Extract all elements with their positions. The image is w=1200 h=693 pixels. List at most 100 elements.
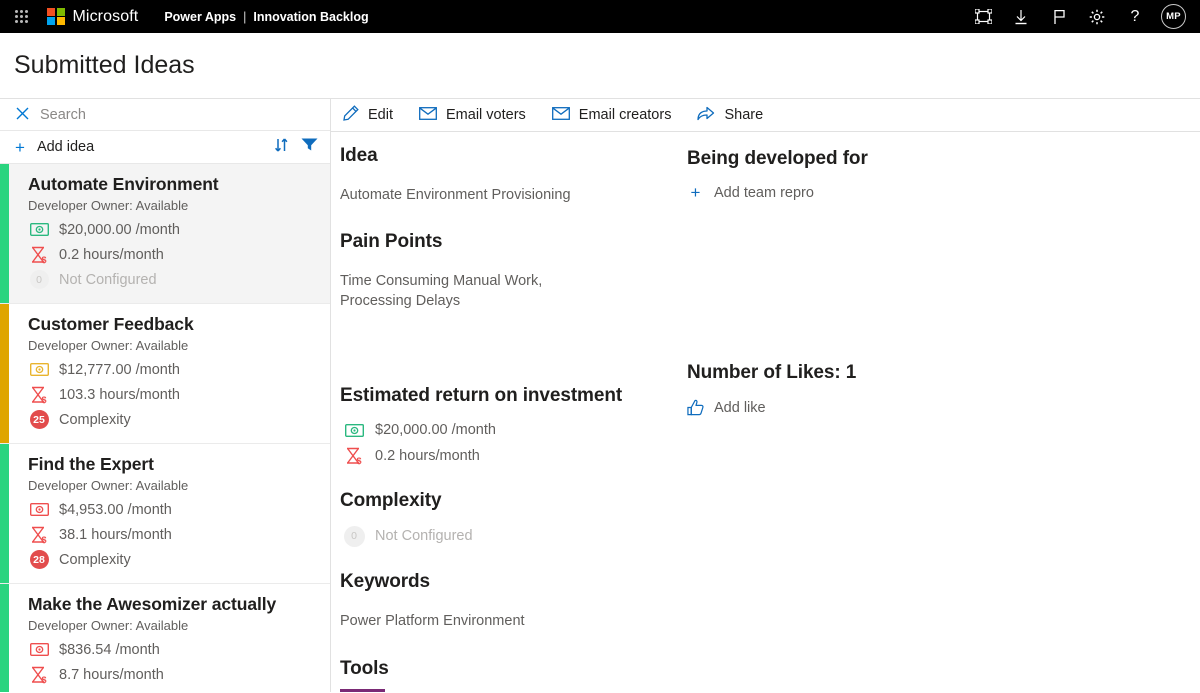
- add-like-button[interactable]: Add like: [687, 399, 972, 416]
- list-item-hours: $ 103.3 hours/month: [28, 382, 194, 407]
- status-stripe: [0, 164, 9, 303]
- idea-heading: Idea: [340, 145, 687, 167]
- tools-row: [340, 689, 687, 692]
- email-creators-button[interactable]: Email creators: [552, 99, 672, 131]
- list-tools: [274, 137, 318, 158]
- power-platform-admin-icon[interactable]: [340, 689, 385, 692]
- list-item[interactable]: Customer Feedback Developer Owner: Avail…: [0, 304, 330, 444]
- hourglass-money-icon: $: [343, 447, 365, 465]
- suite-bar: Microsoft Power Apps | Innovation Backlo…: [0, 0, 1200, 33]
- share-label: Share: [724, 107, 763, 123]
- list-item-hours: $ 8.7 hours/month: [28, 662, 276, 687]
- roi-heading: Estimated return on investment: [340, 385, 687, 407]
- complexity-value-label: Not Configured: [375, 528, 473, 544]
- settings-gear-icon[interactable]: [1085, 5, 1109, 29]
- money-icon: [343, 424, 365, 437]
- avatar[interactable]: MP: [1161, 4, 1186, 29]
- complexity-heading: Complexity: [340, 490, 687, 512]
- plus-icon: +: [687, 184, 704, 201]
- hours-value: 103.3 hours/month: [59, 387, 180, 403]
- page-title: Submitted Ideas: [14, 51, 195, 80]
- list-item-body: Make the Awesomizer actually Developer O…: [9, 584, 284, 692]
- power-automate-icon[interactable]: [394, 690, 442, 692]
- add-like-label: Add like: [714, 400, 766, 416]
- share-button[interactable]: Share: [697, 99, 763, 131]
- cost-value: $12,777.00 /month: [59, 362, 180, 378]
- hours-value: 0.2 hours/month: [59, 247, 164, 263]
- list-item[interactable]: Find the Expert Developer Owner: Availab…: [0, 444, 330, 584]
- complexity-badge-icon: 25: [28, 410, 50, 429]
- help-icon[interactable]: ?: [1123, 5, 1147, 29]
- complexity-label: Complexity: [59, 412, 131, 428]
- list-item-body: Automate Environment Developer Owner: Av…: [9, 164, 227, 303]
- roi-cost-row: $20,000.00 /month: [340, 417, 687, 443]
- roi-cost-value: $20,000.00 /month: [375, 422, 496, 438]
- list-item-body: Customer Feedback Developer Owner: Avail…: [9, 304, 202, 443]
- breadcrumb-divider: |: [243, 10, 246, 24]
- add-team-repro-label: Add team repro: [714, 185, 814, 201]
- email-voters-button[interactable]: Email voters: [419, 99, 526, 131]
- complexity-badge-icon: 0: [343, 526, 365, 547]
- plus-icon[interactable]: +: [15, 139, 25, 156]
- list-item-title: Automate Environment: [28, 174, 219, 195]
- detail-grid: Idea Automate Environment Provisioning P…: [331, 132, 1200, 692]
- svg-text:$: $: [41, 535, 46, 544]
- pain-points-value: Time Consuming Manual Work, Processing D…: [340, 272, 590, 311]
- add-team-repro-button[interactable]: + Add team repro: [687, 184, 972, 201]
- environment-name[interactable]: Innovation Backlog: [253, 10, 368, 24]
- add-idea-button[interactable]: Add idea: [37, 139, 94, 155]
- close-icon[interactable]: [16, 107, 29, 123]
- app-breadcrumb: Power Apps | Innovation Backlog: [164, 10, 368, 24]
- complexity-value: 0: [30, 270, 49, 289]
- complexity-label: Complexity: [59, 552, 131, 568]
- hourglass-money-icon: $: [28, 666, 50, 684]
- pain-points-heading: Pain Points: [340, 231, 687, 253]
- list-item-cost: $12,777.00 /month: [28, 357, 194, 382]
- list-item[interactable]: Make the Awesomizer actually Developer O…: [0, 584, 330, 692]
- list-item-owner: Developer Owner: Available: [28, 478, 188, 493]
- status-block: Status New Edit status Developer Owner A…: [972, 450, 1200, 687]
- flag-icon[interactable]: [1047, 5, 1071, 29]
- developed-for-heading: Being developed for: [687, 148, 972, 170]
- thumbs-up-icon: [687, 399, 704, 416]
- complexity-badge-icon: 28: [28, 550, 50, 569]
- list-item-cost: $836.54 /month: [28, 637, 276, 662]
- body-split: + Add idea Automate Environment Develope…: [0, 99, 1200, 692]
- detail-column-middle: Being developed for + Add team repro Num…: [687, 145, 972, 692]
- complexity-label: Not Configured: [59, 272, 157, 288]
- environment-icon[interactable]: [971, 5, 995, 29]
- cost-value: $836.54 /month: [59, 642, 160, 658]
- search-input[interactable]: [40, 107, 270, 123]
- edit-button[interactable]: Edit: [343, 99, 393, 131]
- detail-pane: Edit Email voters Email creators Share: [331, 99, 1200, 692]
- hourglass-money-icon: $: [28, 386, 50, 404]
- share-icon: [697, 106, 715, 125]
- filter-icon[interactable]: [301, 137, 318, 157]
- envelope-icon: [419, 107, 437, 124]
- waffle-menu-button[interactable]: [8, 0, 34, 33]
- svg-text:$: $: [41, 255, 46, 264]
- list-item-hours: $ 38.1 hours/month: [28, 522, 188, 547]
- status-stripe: [0, 304, 9, 443]
- detail-column-left: Idea Automate Environment Provisioning P…: [340, 145, 687, 692]
- envelope-icon: [552, 107, 570, 124]
- command-bar: Edit Email voters Email creators Share: [331, 99, 1200, 132]
- money-icon: [28, 223, 50, 236]
- idea-list[interactable]: Automate Environment Developer Owner: Av…: [0, 164, 330, 692]
- add-idea-row: + Add idea: [0, 131, 330, 164]
- money-icon: [28, 643, 50, 656]
- complexity-badge-value: 0: [344, 526, 365, 547]
- download-icon[interactable]: [1009, 5, 1033, 29]
- list-item[interactable]: Automate Environment Developer Owner: Av…: [0, 164, 330, 304]
- roi-hours-value: 0.2 hours/month: [375, 448, 480, 464]
- search-row: [0, 99, 330, 131]
- complexity-value: 25: [30, 410, 49, 429]
- status-stripe: [0, 584, 9, 692]
- idea-value: Automate Environment Provisioning: [340, 187, 687, 204]
- email-creators-label: Email creators: [579, 107, 672, 123]
- app-name[interactable]: Power Apps: [164, 10, 236, 24]
- microsoft-logo[interactable]: Microsoft: [47, 8, 138, 26]
- sort-icon[interactable]: [274, 137, 289, 158]
- roi-hours-row: $ 0.2 hours/month: [340, 443, 687, 469]
- list-item-cost: $4,953.00 /month: [28, 497, 188, 522]
